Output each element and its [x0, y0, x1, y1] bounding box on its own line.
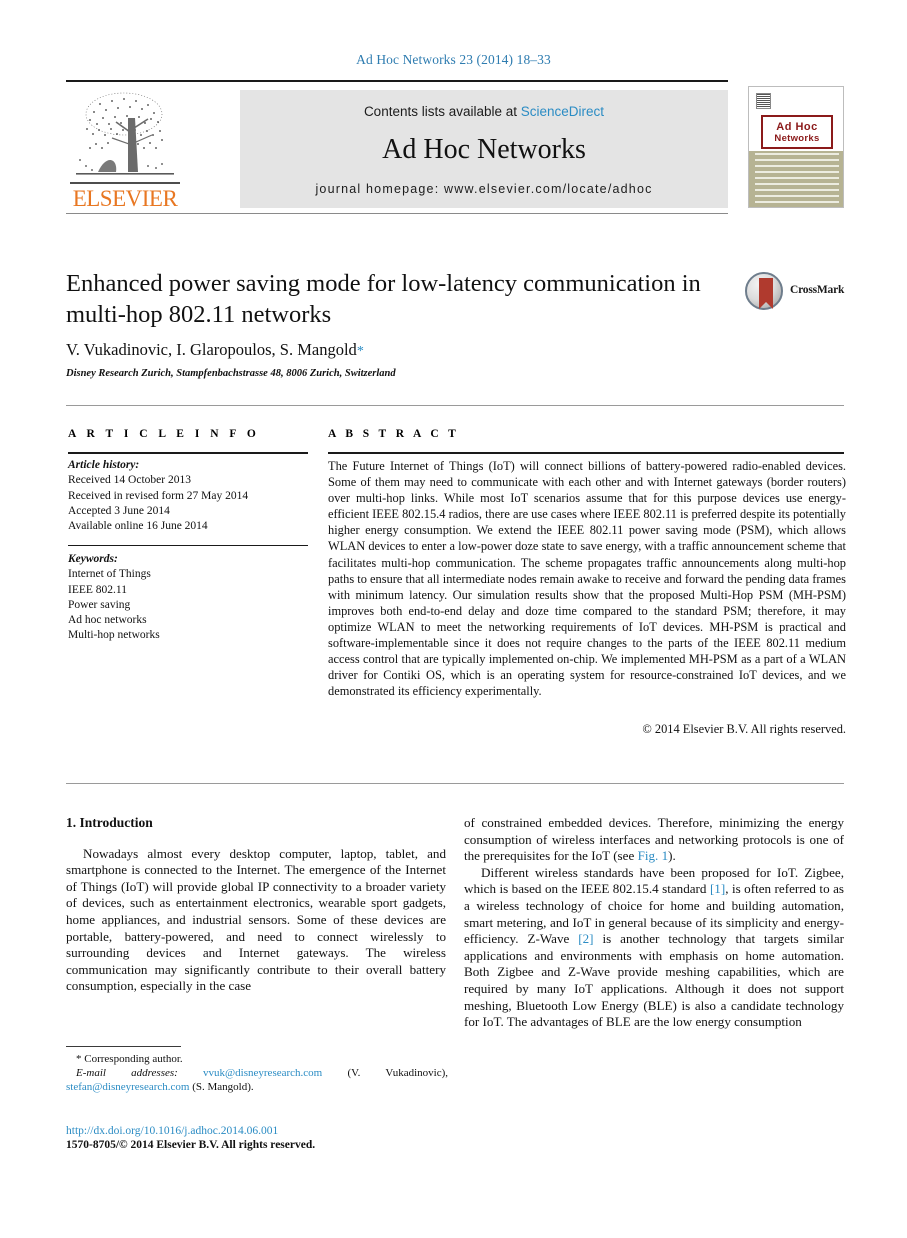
- abstract-copyright: © 2014 Elsevier B.V. All rights reserved…: [642, 722, 846, 736]
- footnote-rule: [66, 1046, 181, 1047]
- article-history-block: Article history: Received 14 October 201…: [68, 458, 320, 534]
- journal-banner: ELSEVIER Contents lists available at Sci…: [66, 80, 844, 215]
- article-info-rule-2: [68, 545, 308, 547]
- figure-reference-link[interactable]: Fig. 1: [638, 848, 669, 863]
- affiliation: Disney Research Zurich, Stampfenbachstra…: [66, 368, 396, 379]
- body-column-right: of constrained embedded devices. Therefo…: [464, 815, 844, 1031]
- journal-homepage-line[interactable]: journal homepage: www.elsevier.com/locat…: [240, 182, 728, 196]
- keyword-item: Power saving: [68, 598, 131, 611]
- cover-elsevier-mark-icon: [756, 93, 771, 109]
- crossmark-badge[interactable]: CrossMark: [745, 272, 851, 312]
- journal-cover-thumbnail: Ad Hoc Networks: [748, 86, 844, 208]
- abstract-rule: [328, 452, 844, 454]
- cover-texture-lines: [755, 153, 839, 203]
- sciencedirect-link[interactable]: ScienceDirect: [521, 104, 604, 119]
- crossmark-label: CrossMark: [790, 284, 845, 296]
- keyword-item: Ad hoc networks: [68, 614, 147, 627]
- banner-bottom-rule: [66, 213, 728, 214]
- citation-link-2[interactable]: [2]: [578, 931, 593, 946]
- running-head: Ad Hoc Networks 23 (2014) 18–33: [356, 52, 551, 67]
- history-item: Received 14 October 2013: [68, 474, 191, 487]
- keyword-item: Internet of Things: [68, 568, 151, 581]
- email-link-1[interactable]: vvuk@disneyresearch.com: [203, 1067, 322, 1079]
- author-names: V. Vukadinovic, I. Glaropoulos, S. Mango…: [66, 340, 357, 359]
- abstract-text: The Future Internet of Things (IoT) will…: [328, 459, 846, 699]
- article-info-rule-1: [68, 452, 308, 454]
- cover-title-line2: Networks: [774, 132, 820, 144]
- keywords-label: Keywords:: [68, 553, 118, 565]
- paragraph: Nowadays almost every desktop computer, …: [66, 845, 446, 994]
- citation-link-1[interactable]: [1]: [710, 881, 725, 896]
- abstract-block-top-rule: [66, 405, 844, 406]
- email-addresses-label: E-mail addresses:: [76, 1067, 178, 1080]
- abstract-heading: A B S T R A C T: [328, 428, 460, 440]
- contents-prefix: Contents lists available at: [363, 104, 521, 119]
- email-owner-2: (S. Mangold).: [189, 1081, 254, 1094]
- doi-line[interactable]: http://dx.doi.org/10.1016/j.adhoc.2014.0…: [66, 1124, 466, 1139]
- journal-greybox: Contents lists available at ScienceDirec…: [240, 90, 728, 208]
- corresponding-author-marker[interactable]: *: [357, 344, 364, 359]
- paragraph: Different wireless standards have been p…: [464, 865, 844, 1031]
- page-title: Enhanced power saving mode for low-laten…: [66, 270, 701, 328]
- keywords-block: Keywords: Internet of Things IEEE 802.11…: [68, 552, 320, 644]
- abstract-block-bottom-rule: [66, 783, 844, 784]
- email-link-2[interactable]: stefan@disneyresearch.com: [66, 1081, 189, 1093]
- journal-title: Ad Hoc Networks: [382, 134, 586, 165]
- keyword-item: Multi-hop networks: [68, 629, 160, 642]
- article-history-label: Article history:: [68, 459, 140, 471]
- paragraph: of constrained embedded devices. Therefo…: [464, 815, 844, 865]
- history-item: Available online 16 June 2014: [68, 520, 208, 533]
- body-column-left: 1. Introduction Nowadays almost every de…: [66, 815, 446, 995]
- history-item: Received in revised form 27 May 2014: [68, 489, 249, 502]
- email-owner-1: (V. Vukadinovic),: [322, 1067, 448, 1080]
- author-list: V. Vukadinovic, I. Glaropoulos, S. Mango…: [66, 340, 766, 360]
- elsevier-wordmark: ELSEVIER: [72, 186, 178, 211]
- contents-available-line: Contents lists available at ScienceDirec…: [240, 104, 728, 119]
- banner-top-rule: [66, 80, 728, 82]
- doi-link[interactable]: http://dx.doi.org/10.1016/j.adhoc.2014.0…: [66, 1125, 278, 1137]
- elsevier-tree-icon: [76, 92, 174, 175]
- keyword-item: IEEE 802.11: [68, 583, 127, 596]
- elsevier-logo: ELSEVIER: [66, 86, 184, 211]
- paragraph-text: ).: [668, 848, 676, 864]
- elsevier-rule: [70, 182, 180, 184]
- crossmark-ribbon-icon: [759, 278, 773, 309]
- cover-title-line1: Ad Hoc: [776, 120, 818, 133]
- corresponding-author-note: * Corresponding author.: [76, 1053, 183, 1065]
- crossmark-circle-icon: [745, 272, 783, 310]
- history-item: Accepted 3 June 2014: [68, 504, 170, 517]
- cover-title-box: Ad Hoc Networks: [761, 115, 833, 149]
- paper-page: Ad Hoc Networks 23 (2014) 18–33 ELSEVIER…: [0, 0, 907, 1238]
- article-info-heading: A R T I C L E I N F O: [68, 428, 260, 440]
- issn-copyright-line: 1570-8705/© 2014 Elsevier B.V. All right…: [66, 1139, 316, 1151]
- footnote-block: * Corresponding author. E-mail addresses…: [66, 1052, 448, 1095]
- section-heading-introduction: 1. Introduction: [66, 815, 153, 830]
